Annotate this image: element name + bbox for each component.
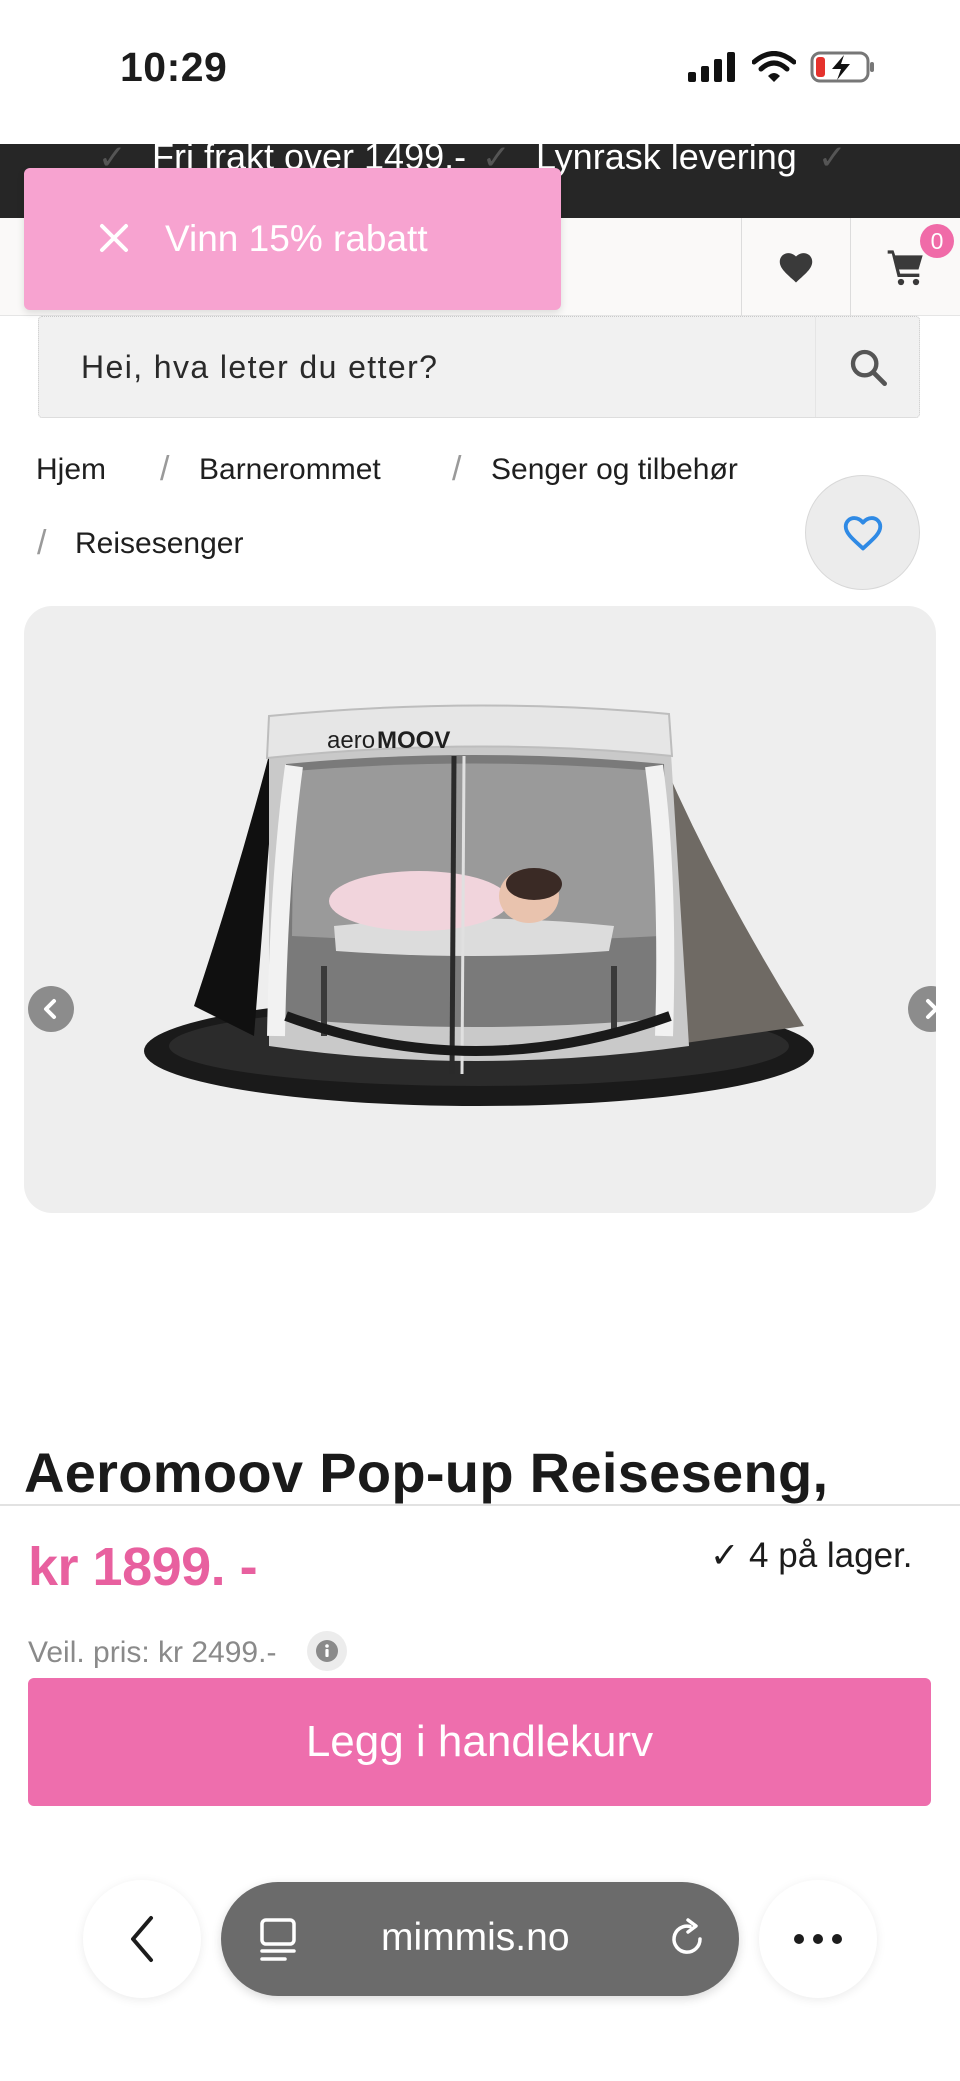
chevron-left-icon [44,999,56,1019]
search-icon [850,349,887,386]
heart-outline-icon [843,515,882,550]
product-price: kr 1899. - [28,1537,258,1597]
carousel-prev-button[interactable] [28,986,74,1032]
search-input[interactable] [39,317,814,417]
search-bar [38,316,920,418]
breadcrumb-separator: / [452,450,462,488]
wishlist-button[interactable] [742,218,850,316]
checkmark-icon: ✓ [818,144,847,177]
info-icon[interactable] [307,1631,347,1671]
discount-label: Vinn 15% rabatt [165,218,428,259]
browser-address-bar[interactable]: mimmis.no [221,1882,739,1996]
status-time: 10:29 [120,44,228,90]
address-bar-url: mimmis.no [381,1916,570,1959]
breadcrumb-link-barnerommet[interactable]: Barnerommet [199,453,381,487]
cart-count-badge: 0 [920,224,954,258]
add-to-wishlist-button[interactable] [805,475,920,590]
breadcrumb-link-senger[interactable]: Senger og tilbehør [491,453,738,487]
browser-back-button[interactable] [83,1880,201,1998]
product-title: Aeromoov Pop-up Reiseseng, [24,1441,829,1504]
product-image: aero MOOV [144,704,814,1106]
breadcrumb-link-home[interactable]: Hjem [36,453,106,487]
close-popup-button[interactable] [94,218,134,258]
promo-fast-delivery: Lynrask levering [536,144,797,177]
add-to-cart-button[interactable]: Legg i handlekurv [28,1678,931,1806]
heart-icon [779,253,813,283]
battery-charging-icon [810,51,874,83]
wifi-icon [752,51,796,82]
reload-icon[interactable] [666,1918,708,1960]
page-menu-icon [260,1918,296,1961]
more-options-icon [794,1934,842,1944]
breadcrumb-current-page[interactable]: Reisesenger [75,527,243,561]
discount-popup[interactable]: Vinn 15% rabatt [24,168,561,310]
breadcrumb-separator: / [160,450,170,488]
info-glyph [316,1640,338,1662]
product-image-carousel[interactable]: aero MOOV [24,606,936,1213]
stock-status: ✓ 4 på lager. [710,1536,913,1575]
brand-print-bold: MOOV [377,727,450,754]
chevron-right-icon [926,999,936,1019]
shopping-cart-icon [887,250,923,286]
status-bar: 10:29 [0,0,960,144]
browser-more-button[interactable] [759,1880,877,1998]
close-icon [100,224,128,252]
search-button[interactable] [816,317,920,417]
chevron-left-icon [131,1916,153,1962]
breadcrumb-separator: / [37,524,47,562]
brand-print-light: aero [327,727,375,754]
recommended-price: Veil. pris: kr 2499.- [28,1636,277,1669]
status-icons [688,50,876,84]
cellular-signal-icon [688,52,735,82]
